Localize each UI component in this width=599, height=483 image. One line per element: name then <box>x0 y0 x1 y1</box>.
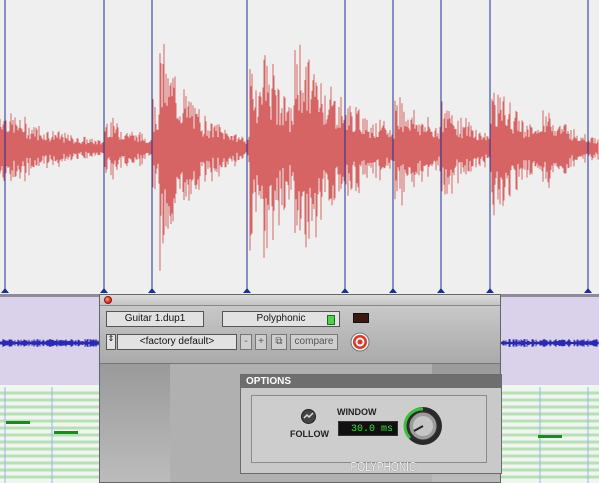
plugin-selector[interactable]: Polyphonic <box>222 311 340 327</box>
warp-marker-handle <box>584 288 592 293</box>
audio-waveform <box>0 43 599 271</box>
bypass-led-icon <box>327 315 335 325</box>
plugin-header: Guitar 1.dup1 Polyphonic ⇕ <factory defa… <box>100 306 500 364</box>
compare-button[interactable]: compare <box>290 334 338 350</box>
window-knob-icon[interactable] <box>402 405 444 447</box>
warp-marker-handle <box>389 288 397 293</box>
warp-marker-handle <box>1 288 9 293</box>
target-icon[interactable] <box>350 332 370 352</box>
automation-indicator[interactable] <box>353 313 369 323</box>
warp-marker-handle <box>437 288 445 293</box>
midi-note <box>6 421 30 424</box>
midi-note <box>538 435 562 438</box>
plugin-selector-label: Polyphonic <box>256 313 306 324</box>
next-preset-button[interactable]: + <box>255 334 267 350</box>
options-title: OPTIONS <box>241 375 501 388</box>
window-value-display[interactable]: 30.0 ms <box>338 421 398 436</box>
track-selector[interactable]: Guitar 1.dup1 <box>106 311 204 327</box>
follow-label: FOLLOW <box>290 429 329 439</box>
close-button[interactable] <box>104 296 112 304</box>
waveform-canvas[interactable] <box>0 0 599 295</box>
plugin-titlebar[interactable] <box>100 295 500 306</box>
waveform-track[interactable] <box>0 0 599 295</box>
warp-marker-handle <box>148 288 156 293</box>
window-label: WINDOW <box>337 407 377 417</box>
options-controls: FOLLOW WINDOW 30.0 ms <box>251 395 487 463</box>
previous-preset-button[interactable]: - <box>240 334 252 350</box>
elastic-audio-plugin-window: Guitar 1.dup1 Polyphonic ⇕ <factory defa… <box>99 294 502 483</box>
warp-marker-handle <box>486 288 494 293</box>
preset-menu-arrows-icon[interactable]: ⇕ <box>106 334 116 350</box>
midi-note <box>54 431 78 434</box>
follow-toggle-icon[interactable] <box>301 409 316 424</box>
plugin-brand-label: POLYPHONIC <box>350 459 416 474</box>
warp-marker-handle <box>341 288 349 293</box>
copy-settings-button[interactable]: ⧉ <box>271 334 287 350</box>
warp-marker-handle <box>243 288 251 293</box>
plugin-body: OPTIONS FOLLOW WINDOW 30.0 ms POLYPHONIC <box>100 364 502 482</box>
warp-marker-handle <box>100 288 108 293</box>
preset-selector[interactable]: <factory default> <box>117 334 237 350</box>
